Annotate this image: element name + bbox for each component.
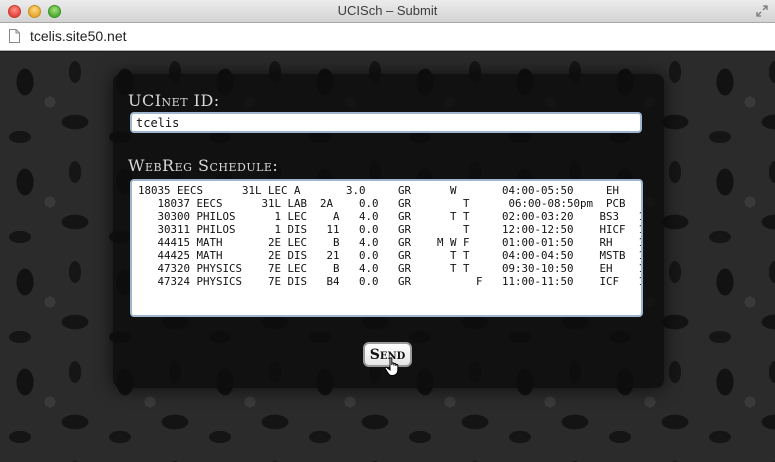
title-bar: UCISch – Submit	[0, 0, 775, 23]
webreg-schedule-textarea[interactable]: 18035 EECS 31L LEC A 3.0 GR W 04:00-05:5…	[130, 179, 643, 317]
webreg-schedule-label: WebReg Schedule:	[128, 156, 279, 175]
address-bar[interactable]: tcelis.site50.net	[0, 23, 775, 51]
page-icon	[9, 29, 20, 43]
fullscreen-icon[interactable]	[756, 5, 768, 17]
maximize-icon[interactable]	[48, 5, 61, 18]
ucinet-id-input[interactable]	[130, 112, 642, 133]
hand-pointer-icon	[384, 357, 399, 376]
window-title: UCISch – Submit	[337, 3, 438, 18]
page-content: UCInet ID: WebReg Schedule: 18035 EECS 3…	[0, 52, 775, 462]
minimize-icon[interactable]	[28, 5, 41, 18]
url-text[interactable]: tcelis.site50.net	[30, 28, 127, 44]
close-icon[interactable]	[8, 5, 21, 18]
ucinet-id-label: UCInet ID:	[128, 91, 220, 110]
